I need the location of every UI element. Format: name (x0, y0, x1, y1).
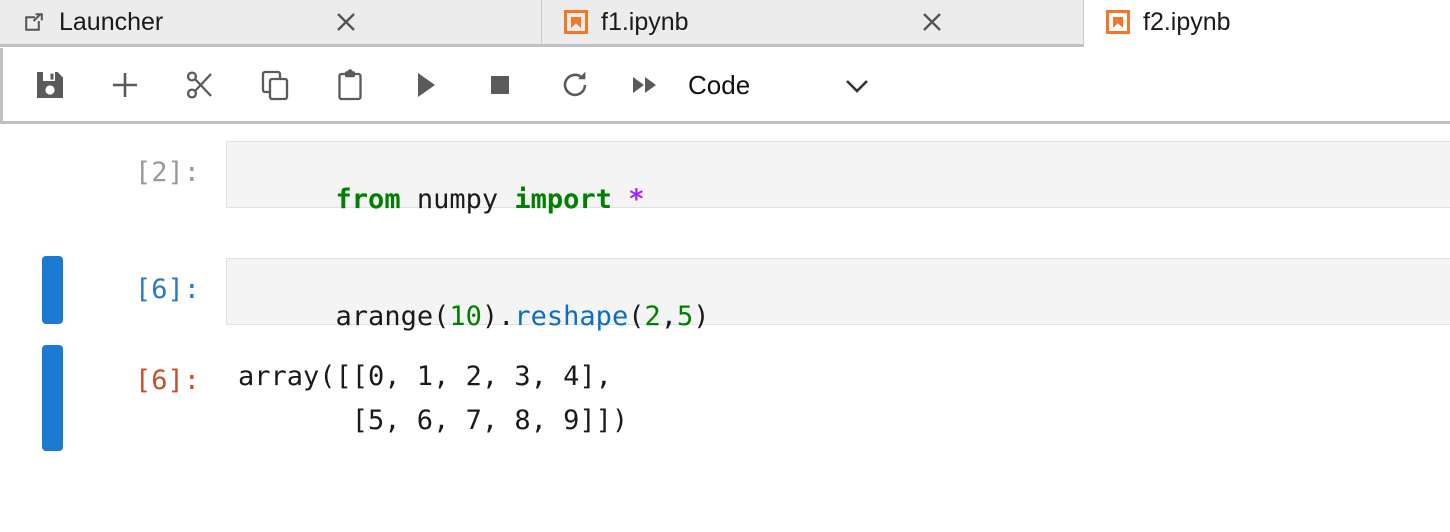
cell-prompt: [2]: (135, 157, 201, 188)
play-icon (408, 68, 442, 102)
code-token: 10 (449, 301, 482, 332)
tab-label: Launcher (59, 7, 164, 36)
save-icon (33, 68, 67, 102)
code-token: ) (481, 301, 499, 332)
notebook-toolbar: Code (0, 48, 1450, 124)
notebook-cell[interactable]: [2]: from numpy import * (0, 127, 1450, 232)
stop-button[interactable] (475, 60, 525, 110)
restart-button[interactable] (550, 60, 600, 110)
copy-button[interactable] (250, 60, 300, 110)
fast-forward-icon (628, 68, 662, 102)
cell-selection-bar (42, 256, 63, 324)
tab-label: f1.ipynb (601, 7, 689, 36)
code-token: 5 (677, 301, 694, 332)
output-prompt: [6]: (135, 365, 201, 396)
chevron-down-icon[interactable] (840, 68, 874, 102)
code-token: from (335, 184, 401, 215)
paste-button[interactable] (325, 60, 375, 110)
code-token: * (628, 184, 645, 215)
code-token: reshape (514, 301, 629, 332)
code-token: ( (433, 301, 450, 332)
cell-selection-bar (42, 345, 63, 451)
code-token: import (514, 184, 612, 215)
tab-bar: Launcher f1.ipynb f2.ipynb (0, 0, 1450, 48)
tab-launcher[interactable]: Launcher (0, 0, 542, 47)
launch-icon (22, 10, 46, 34)
code-token: arange (335, 301, 434, 332)
code-token: . (498, 301, 515, 332)
output-text: array([[0, 1, 2, 3, 4], [5, 6, 7, 8, 9]]… (238, 361, 629, 436)
stop-square-icon (483, 68, 517, 102)
insert-cell-button[interactable] (100, 60, 150, 110)
cell-prompt: [6]: (135, 274, 201, 305)
notebook-icon (564, 10, 588, 34)
copy-icon (258, 68, 292, 102)
scissors-icon (183, 68, 217, 102)
close-icon[interactable] (333, 9, 359, 35)
code-token: ) (693, 301, 710, 332)
code-token: ( (628, 301, 645, 332)
close-icon[interactable] (919, 9, 945, 35)
save-button[interactable] (25, 60, 75, 110)
notebook-icon (1106, 10, 1130, 34)
cell-source[interactable]: from numpy import * (238, 159, 645, 240)
plus-icon (108, 68, 142, 102)
run-button[interactable] (400, 60, 450, 110)
cut-button[interactable] (175, 60, 225, 110)
cell-type-value: Code (688, 69, 751, 100)
tab-f2-ipynb[interactable]: f2.ipynb (1084, 0, 1450, 47)
clipboard-icon (333, 68, 367, 102)
notebook-panel: [2]: from numpy import * [6]: arange(10)… (0, 127, 1450, 532)
code-token: numpy (416, 184, 499, 215)
notebook-cell-output[interactable]: [6]: array([[0, 1, 2, 3, 4], [5, 6, 7, 8… (0, 337, 1450, 467)
notebook-cell[interactable]: [6]: arange(10).reshape(2,5) (0, 232, 1450, 337)
restart-circular-arrow-icon (558, 68, 592, 102)
tab-f1-ipynb[interactable]: f1.ipynb (542, 0, 1084, 47)
restart-run-all-button[interactable] (620, 60, 670, 110)
tab-label: f2.ipynb (1143, 7, 1231, 36)
cell-type-dropdown[interactable]: Code (688, 68, 874, 102)
code-token: 2 (644, 301, 661, 332)
code-token: , (660, 301, 677, 332)
